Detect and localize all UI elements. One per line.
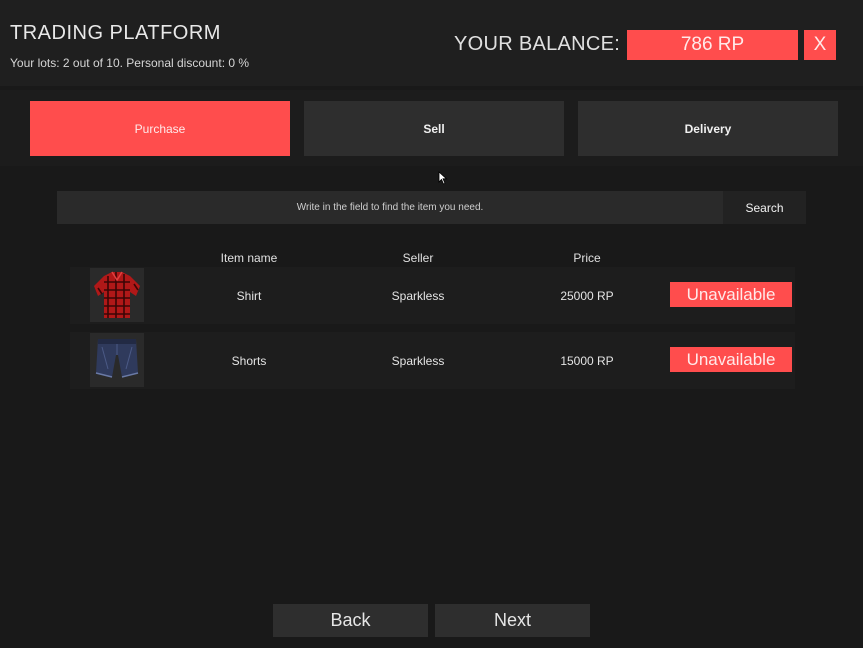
tab-delivery[interactable]: Delivery: [578, 101, 838, 156]
unavailable-button[interactable]: Unavailable: [670, 347, 792, 372]
item-price: 15000 RP: [560, 353, 614, 368]
item-seller: Sparkless: [391, 353, 445, 368]
next-button[interactable]: Next: [435, 604, 590, 637]
mouse-cursor-icon: [438, 171, 448, 185]
header: TRADING PLATFORM Your lots: 2 out of 10.…: [0, 0, 863, 86]
table-row: Shirt Sparkless 25000 RP Unavailable: [70, 267, 795, 324]
shirt-icon: [90, 268, 144, 322]
shorts-icon: [90, 333, 144, 387]
balance-value: 786 RP: [627, 30, 798, 60]
tab-sell[interactable]: Sell: [304, 101, 564, 156]
balance-label: YOUR BALANCE:: [454, 33, 621, 55]
back-button[interactable]: Back: [273, 604, 428, 637]
column-header-item-name: Item name: [220, 251, 278, 265]
item-price: 25000 RP: [560, 288, 614, 303]
item-seller: Sparkless: [391, 288, 445, 303]
search-input[interactable]: [57, 191, 723, 224]
table-row: Shorts Sparkless 15000 RP Unavailable: [70, 332, 795, 389]
column-header-price: Price: [573, 251, 601, 265]
trading-platform-window: TRADING PLATFORM Your lots: 2 out of 10.…: [0, 0, 863, 648]
search-button[interactable]: Search: [723, 191, 806, 224]
close-button[interactable]: X: [804, 30, 836, 60]
column-header-seller: Seller: [402, 251, 434, 265]
tab-purchase[interactable]: Purchase: [30, 101, 290, 156]
item-name: Shorts: [231, 353, 267, 368]
page-title: TRADING PLATFORM: [10, 22, 221, 44]
lots-info: Your lots: 2 out of 10. Personal discoun…: [10, 56, 250, 70]
item-name: Shirt: [236, 288, 262, 303]
unavailable-button[interactable]: Unavailable: [670, 282, 792, 307]
